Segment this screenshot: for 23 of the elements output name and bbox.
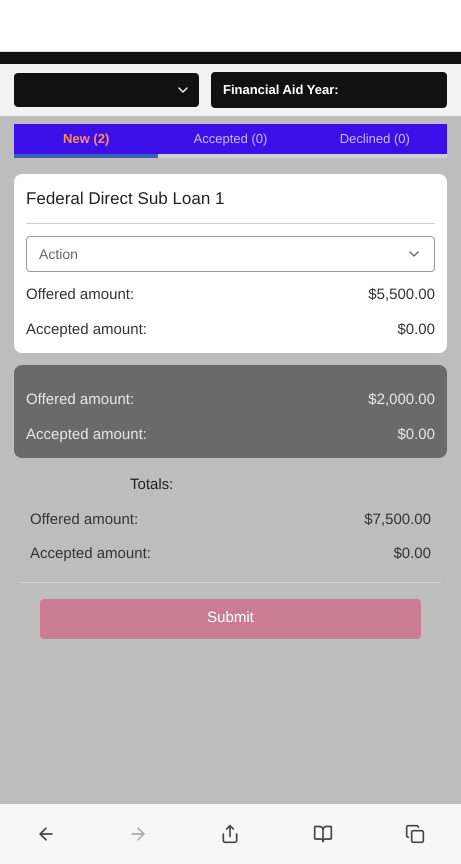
- amount-label: Accepted amount:: [30, 544, 151, 564]
- totals-title: Totals:: [129, 475, 174, 495]
- amount-label: Offered amount:: [30, 510, 138, 530]
- amount-label: Accepted amount:: [26, 320, 147, 340]
- amount-value: $2,000.00: [368, 390, 435, 410]
- tab[interactable]: Accepted (0): [158, 124, 303, 154]
- amount-value: $5,500.00: [368, 285, 435, 305]
- amount-value: $0.00: [397, 320, 435, 340]
- amount-label: Offered amount:: [26, 390, 134, 410]
- action-select[interactable]: Action: [26, 236, 435, 272]
- amount-label: Offered amount:: [26, 285, 134, 305]
- amount-label: Accepted amount:: [26, 424, 147, 444]
- amount-value: $0.00: [393, 544, 431, 564]
- tabs-icon[interactable]: [404, 824, 425, 844]
- tab[interactable]: New (2): [14, 124, 158, 154]
- share-icon[interactable]: [220, 824, 240, 844]
- amount-value: $0.00: [397, 424, 435, 444]
- dropdown-field[interactable]: [14, 72, 199, 107]
- tab[interactable]: Declined (0): [302, 124, 447, 154]
- award-title: Federal Direct Sub Loan 1: [26, 186, 435, 224]
- book-icon[interactable]: [312, 824, 333, 844]
- filter-label: Financial Aid Year:: [211, 72, 447, 108]
- amount-value: $7,500.00: [364, 510, 431, 530]
